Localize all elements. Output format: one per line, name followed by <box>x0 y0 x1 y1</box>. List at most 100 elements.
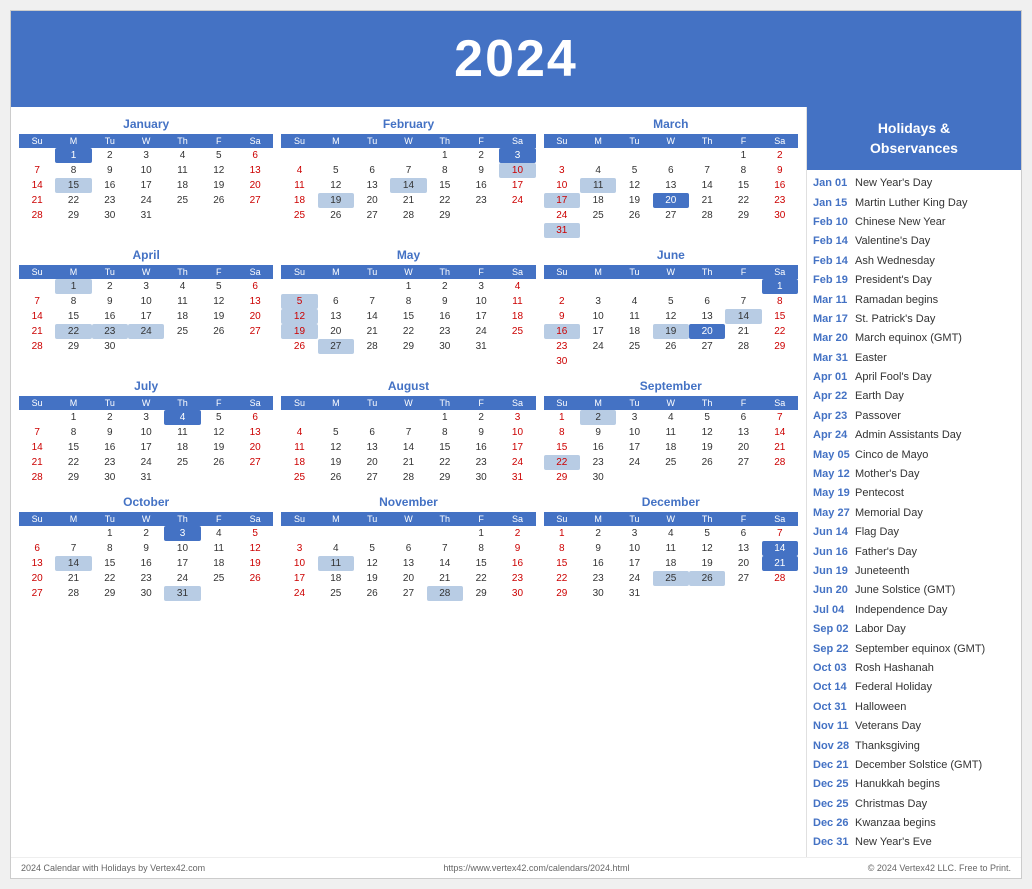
calendar-day: 2 <box>762 148 798 163</box>
day-header: M <box>580 134 616 148</box>
calendar-day: 14 <box>19 309 55 324</box>
calendar-day <box>653 586 689 601</box>
month-table: SuMTuWThFSa12345678910111213141516171819… <box>19 265 273 354</box>
calendar-day: 15 <box>762 309 798 324</box>
calendar-day: 19 <box>201 440 237 455</box>
calendar-day: 11 <box>281 178 317 193</box>
calendar-day: 9 <box>544 309 580 324</box>
calendar-day: 6 <box>689 294 725 309</box>
holiday-name: Cinco de Mayo <box>855 448 928 463</box>
calendar-day: 22 <box>55 455 91 470</box>
calendar-day: 7 <box>427 541 463 556</box>
calendar-day <box>318 410 354 425</box>
holiday-date: Oct 03 <box>813 661 851 676</box>
sidebar-holiday-item: Jun 20June Solstice (GMT) <box>813 581 1015 600</box>
calendar-day <box>616 279 652 294</box>
month-title: July <box>19 379 273 393</box>
calendar-day: 18 <box>281 193 317 208</box>
day-header: Tu <box>354 512 390 526</box>
calendar-day: 19 <box>653 324 689 339</box>
calendar-day: 17 <box>128 178 164 193</box>
calendar-day: 12 <box>616 178 652 193</box>
sidebar-holiday-item: Feb 14Ash Wednesday <box>813 252 1015 271</box>
calendar-day: 25 <box>164 193 200 208</box>
calendar-day <box>725 470 761 485</box>
day-header: W <box>128 265 164 279</box>
sidebar-holiday-item: Mar 20March equinox (GMT) <box>813 329 1015 348</box>
calendar-day: 15 <box>55 178 91 193</box>
calendar-day: 1 <box>544 410 580 425</box>
day-header: F <box>463 134 499 148</box>
calendar-day <box>201 470 237 485</box>
calendar-day: 9 <box>762 163 798 178</box>
day-header: Th <box>689 134 725 148</box>
calendar-day: 6 <box>725 526 761 541</box>
calendar-day: 12 <box>318 178 354 193</box>
holiday-name: President's Day <box>855 273 932 288</box>
calendar-day: 29 <box>390 339 426 354</box>
sidebar-holiday-item: Nov 28Thanksgiving <box>813 737 1015 756</box>
calendar-day <box>237 339 273 354</box>
calendar-day <box>55 526 91 541</box>
day-header: Tu <box>616 134 652 148</box>
calendar-day: 23 <box>92 455 128 470</box>
calendar-day: 18 <box>164 178 200 193</box>
calendar-day: 5 <box>281 294 317 309</box>
day-header: Su <box>19 512 55 526</box>
calendar-day: 10 <box>616 425 652 440</box>
calendar-day: 25 <box>281 470 317 485</box>
calendar-day: 5 <box>354 541 390 556</box>
sidebar-holiday-item: Jun 14Flag Day <box>813 523 1015 542</box>
calendar-day <box>318 279 354 294</box>
holiday-date: Apr 24 <box>813 428 851 443</box>
day-header: Su <box>544 396 580 410</box>
calendar-day: 7 <box>390 425 426 440</box>
calendar-day: 29 <box>544 470 580 485</box>
calendar-day: 13 <box>19 556 55 571</box>
calendar-day: 25 <box>653 455 689 470</box>
calendar-day: 14 <box>725 309 761 324</box>
sidebar-holiday-item: Oct 03Rosh Hashanah <box>813 659 1015 678</box>
calendar-day: 28 <box>689 208 725 223</box>
calendar-day: 11 <box>653 541 689 556</box>
holiday-name: Admin Assistants Day <box>855 428 961 443</box>
calendar-day: 27 <box>390 586 426 601</box>
holiday-name: Federal Holiday <box>855 680 932 695</box>
calendar-day: 11 <box>499 294 535 309</box>
calendar-day: 3 <box>580 294 616 309</box>
calendar-day <box>318 148 354 163</box>
calendar-day: 8 <box>55 163 91 178</box>
calendar-day: 18 <box>616 324 652 339</box>
calendar-day <box>689 279 725 294</box>
calendar-day: 17 <box>281 571 317 586</box>
calendar-day: 12 <box>689 425 725 440</box>
calendar-day: 21 <box>762 440 798 455</box>
calendar-day: 3 <box>616 526 652 541</box>
holiday-date: Feb 14 <box>813 234 851 249</box>
calendar-day: 4 <box>653 410 689 425</box>
calendar-day: 21 <box>19 193 55 208</box>
holiday-date: Sep 22 <box>813 642 851 657</box>
calendar-day: 7 <box>19 163 55 178</box>
calendar-day: 23 <box>463 455 499 470</box>
calendar-day: 4 <box>164 148 200 163</box>
calendar-day <box>689 148 725 163</box>
calendar-day: 3 <box>499 148 535 163</box>
calendar-day: 20 <box>725 556 761 571</box>
calendar-day: 27 <box>237 455 273 470</box>
calendar-day: 24 <box>128 324 164 339</box>
day-header: W <box>390 512 426 526</box>
calendar-day: 25 <box>616 339 652 354</box>
holiday-date: Apr 23 <box>813 409 851 424</box>
calendar-day: 6 <box>19 541 55 556</box>
day-header: Th <box>427 512 463 526</box>
calendar-day: 1 <box>390 279 426 294</box>
calendar-day: 25 <box>281 208 317 223</box>
day-header: Tu <box>92 512 128 526</box>
calendar-day: 26 <box>201 324 237 339</box>
calendar-day: 11 <box>318 556 354 571</box>
holiday-name: Juneteenth <box>855 564 909 579</box>
calendar-day: 8 <box>725 163 761 178</box>
day-header: Su <box>544 512 580 526</box>
calendar-day: 3 <box>544 163 580 178</box>
